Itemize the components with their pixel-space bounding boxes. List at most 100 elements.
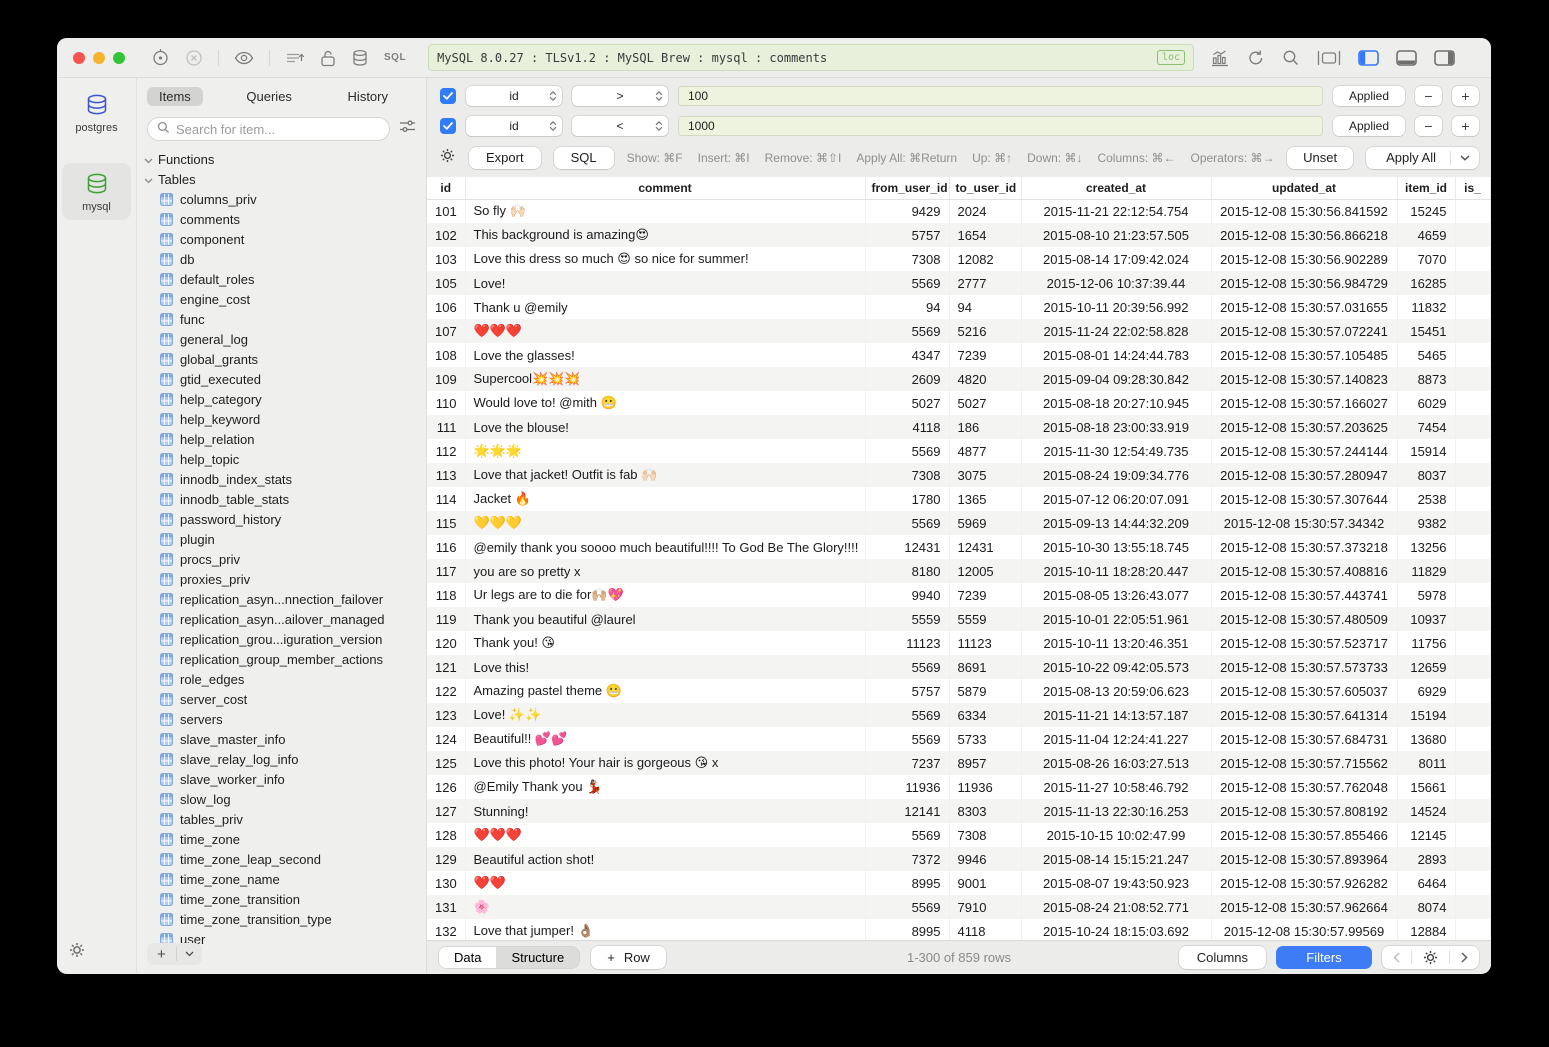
settings-gear-icon[interactable] (69, 942, 85, 963)
cell-from_user_id[interactable]: 5569 (865, 727, 949, 751)
table-row[interactable]: 118Ur legs are to die for🙌🏼💖994072392015… (427, 583, 1490, 607)
table-row[interactable]: 130❤️❤️899590012015-08-07 19:43:50.92320… (427, 871, 1490, 895)
cell-created_at[interactable]: 2015-11-21 14:13:57.187 (1021, 703, 1211, 727)
cell-to_user_id[interactable]: 12082 (949, 247, 1021, 271)
sidebar-table-item[interactable]: replication_asyn...ailover_managed (137, 609, 426, 629)
cell-to_user_id[interactable]: 7239 (949, 343, 1021, 367)
cell-to_user_id[interactable]: 11936 (949, 775, 1021, 799)
cell-created_at[interactable]: 2015-10-11 18:28:20.447 (1021, 559, 1211, 583)
cell-item_id[interactable]: 6464 (1397, 871, 1455, 895)
cell-comment[interactable]: Thank you! 😘 (465, 631, 865, 655)
column-header-updated_at[interactable]: updated_at (1211, 177, 1397, 199)
cell-to_user_id[interactable]: 8691 (949, 655, 1021, 679)
cell-from_user_id[interactable]: 7237 (865, 751, 949, 775)
cell-id[interactable]: 108 (427, 343, 465, 367)
cell-item_id[interactable]: 5465 (1397, 343, 1455, 367)
connect-icon[interactable] (151, 48, 170, 67)
cell-id[interactable]: 129 (427, 847, 465, 871)
table-row[interactable]: 109Supercool💥💥💥260948202015-09-04 09:28:… (427, 367, 1490, 391)
cell-updated_at[interactable]: 2015-12-08 15:30:57.962664 (1211, 895, 1397, 919)
table-row[interactable]: 121Love this!556986912015-10-22 09:42:05… (427, 655, 1490, 679)
cell-created_at[interactable]: 2015-11-27 10:58:46.792 (1021, 775, 1211, 799)
cell-id[interactable]: 131 (427, 895, 465, 919)
cell-is_[interactable] (1455, 895, 1490, 919)
cell-updated_at[interactable]: 2015-12-08 15:30:57.203625 (1211, 415, 1397, 439)
table-row[interactable]: 124Beautiful!! 💕💕556957332015-11-04 12:2… (427, 727, 1490, 751)
column-header-item_id[interactable]: item_id (1397, 177, 1455, 199)
cell-from_user_id[interactable]: 7308 (865, 463, 949, 487)
cell-created_at[interactable]: 2015-11-21 22:12:54.754 (1021, 199, 1211, 223)
cell-to_user_id[interactable]: 9946 (949, 847, 1021, 871)
cell-to_user_id[interactable]: 7910 (949, 895, 1021, 919)
cell-id[interactable]: 115 (427, 511, 465, 535)
cell-id[interactable]: 126 (427, 775, 465, 799)
sidebar-table-item[interactable]: server_cost (137, 689, 426, 709)
table-row[interactable]: 105Love!556927772015-12-06 10:37:39.4420… (427, 271, 1490, 295)
cell-item_id[interactable]: 11829 (1397, 559, 1455, 583)
cell-created_at[interactable]: 2015-10-01 22:05:51.961 (1021, 607, 1211, 631)
cell-id[interactable]: 116 (427, 535, 465, 559)
cell-is_[interactable] (1455, 655, 1490, 679)
sidebar-table-item[interactable]: replication_asyn...nnection_failover (137, 589, 426, 609)
data-view-button[interactable]: Data (439, 947, 496, 968)
cell-updated_at[interactable]: 2015-12-08 15:30:57.99569 (1211, 919, 1397, 940)
cell-is_[interactable] (1455, 487, 1490, 511)
cell-to_user_id[interactable]: 8303 (949, 799, 1021, 823)
cell-item_id[interactable]: 15245 (1397, 199, 1455, 223)
cell-to_user_id[interactable]: 1654 (949, 223, 1021, 247)
add-item-button[interactable]: + (147, 946, 176, 963)
cell-item_id[interactable]: 9382 (1397, 511, 1455, 535)
table-row[interactable]: 110Would love to! @mith 😬502750272015-08… (427, 391, 1490, 415)
cell-created_at[interactable]: 2015-12-06 10:37:39.44 (1021, 271, 1211, 295)
cell-comment[interactable]: Thank u @emily (465, 295, 865, 319)
tab-history[interactable]: History (336, 87, 400, 106)
columns-button[interactable]: Columns (1179, 946, 1266, 969)
sidebar-table-item[interactable]: slave_relay_log_info (137, 749, 426, 769)
filter-operator-select[interactable]: > (572, 86, 668, 106)
cell-is_[interactable] (1455, 271, 1490, 295)
cell-is_[interactable] (1455, 823, 1490, 847)
cell-comment[interactable]: @emily thank you soooo much beautiful!!!… (465, 535, 865, 559)
cell-created_at[interactable]: 2015-11-24 22:02:58.828 (1021, 319, 1211, 343)
column-header-created_at[interactable]: created_at (1021, 177, 1211, 199)
cell-is_[interactable] (1455, 871, 1490, 895)
cell-id[interactable]: 128 (427, 823, 465, 847)
cell-comment[interactable]: ❤️❤️❤️ (465, 319, 865, 343)
cell-updated_at[interactable]: 2015-12-08 15:30:57.105485 (1211, 343, 1397, 367)
cell-item_id[interactable]: 10937 (1397, 607, 1455, 631)
cell-to_user_id[interactable]: 6334 (949, 703, 1021, 727)
toggle-right-panel-icon[interactable] (1434, 50, 1455, 66)
cell-is_[interactable] (1455, 559, 1490, 583)
cell-from_user_id[interactable]: 11123 (865, 631, 949, 655)
cell-created_at[interactable]: 2015-10-11 13:20:46.351 (1021, 631, 1211, 655)
remove-filter-button[interactable]: − (1415, 86, 1442, 106)
cell-item_id[interactable]: 6029 (1397, 391, 1455, 415)
cell-from_user_id[interactable]: 5569 (865, 439, 949, 463)
sidebar-table-item[interactable]: role_edges (137, 669, 426, 689)
table-row[interactable]: 120Thank you! 😘11123111232015-10-11 13:2… (427, 631, 1490, 655)
cell-updated_at[interactable]: 2015-12-08 15:30:57.031655 (1211, 295, 1397, 319)
cell-item_id[interactable]: 11756 (1397, 631, 1455, 655)
cell-created_at[interactable]: 2015-08-18 20:27:10.945 (1021, 391, 1211, 415)
filter-settings-gear-icon[interactable] (440, 148, 455, 168)
sidebar-table-item[interactable]: comments (137, 209, 426, 229)
table-row[interactable]: 106Thank u @emily94942015-10-11 20:39:56… (427, 295, 1490, 319)
cell-updated_at[interactable]: 2015-12-08 15:30:57.166027 (1211, 391, 1397, 415)
filter-applied-button[interactable]: Applied (1333, 86, 1405, 106)
cell-comment[interactable]: This background is amazing😍 (465, 223, 865, 247)
cell-id[interactable]: 124 (427, 727, 465, 751)
sql-button[interactable]: SQL (554, 147, 614, 169)
cell-from_user_id[interactable]: 8995 (865, 919, 949, 940)
cell-from_user_id[interactable]: 5569 (865, 511, 949, 535)
cell-from_user_id[interactable]: 2609 (865, 367, 949, 391)
minimize-window-button[interactable] (93, 52, 105, 64)
cell-updated_at[interactable]: 2015-12-08 15:30:57.307644 (1211, 487, 1397, 511)
cell-from_user_id[interactable]: 5569 (865, 271, 949, 295)
cell-comment[interactable]: Stunning! (465, 799, 865, 823)
add-item-dropdown[interactable] (177, 951, 202, 957)
cell-item_id[interactable]: 2538 (1397, 487, 1455, 511)
cell-to_user_id[interactable]: 2024 (949, 199, 1021, 223)
filter-value-input[interactable]: 100 (678, 86, 1323, 106)
cell-from_user_id[interactable]: 11936 (865, 775, 949, 799)
cell-comment[interactable]: Supercool💥💥💥 (465, 367, 865, 391)
